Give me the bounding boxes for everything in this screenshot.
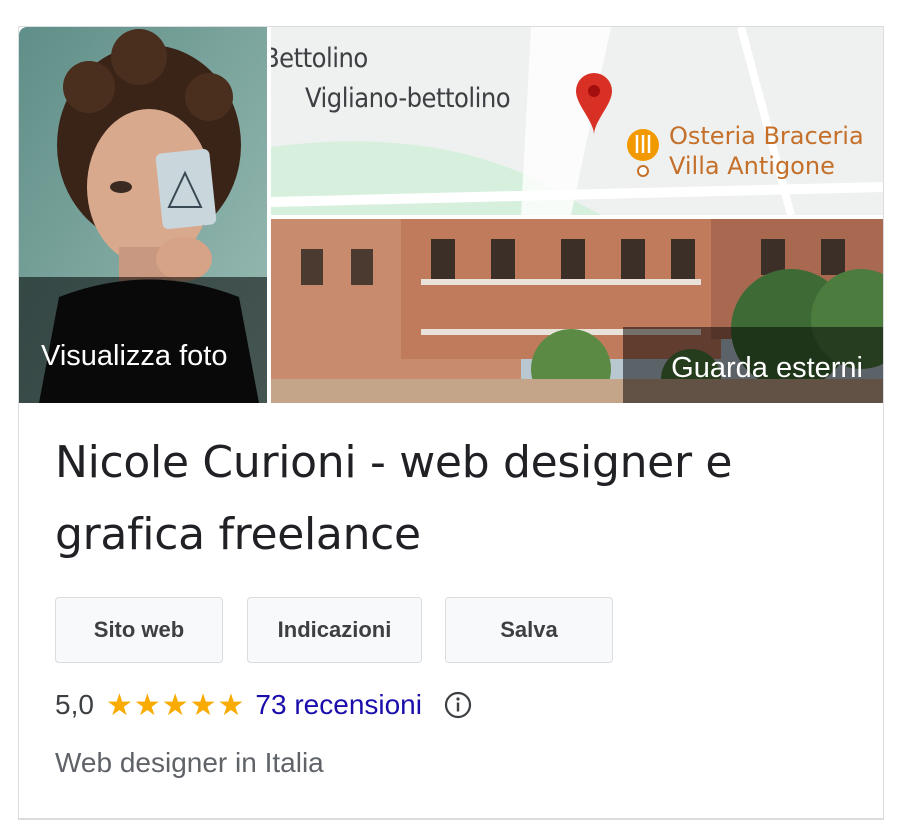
street-view-label: Guarda esterni (671, 352, 863, 384)
rating-stars: ★★★★★ (105, 688, 246, 722)
reviews-link[interactable]: 73 recensioni (255, 689, 422, 721)
map-poi-name-line1: Osteria Braceria (669, 122, 864, 150)
save-button[interactable]: Salva (445, 597, 613, 663)
media-gallery: Visualizza foto Bettolino Vigliano-betto… (19, 27, 883, 403)
website-button[interactable]: Sito web (55, 597, 223, 663)
rating-row: 5,0 ★★★★★ 73 recensioni (55, 683, 474, 727)
photos-tile[interactable]: Visualizza foto (19, 27, 267, 403)
street-view-tile[interactable]: Guarda esterni (271, 219, 883, 403)
directions-button[interactable]: Indicazioni (247, 597, 422, 663)
map-label-bettolino: Bettolino (271, 43, 368, 74)
map-label-town: Vigliano-bettolino (305, 83, 511, 114)
map-tile[interactable]: Bettolino Vigliano-bettolino Osteria Bra… (271, 27, 883, 215)
rating-score: 5,0 (55, 689, 94, 720)
view-photos-label: Visualizza foto (41, 340, 228, 372)
business-panel: Visualizza foto Bettolino Vigliano-betto… (18, 26, 884, 820)
business-title: Nicole Curioni - web designer e grafica … (55, 437, 733, 560)
map-poi-name-line2: Villa Antigone (669, 152, 835, 180)
info-icon[interactable] (442, 689, 474, 721)
business-category: Web designer in Italia (55, 747, 324, 778)
